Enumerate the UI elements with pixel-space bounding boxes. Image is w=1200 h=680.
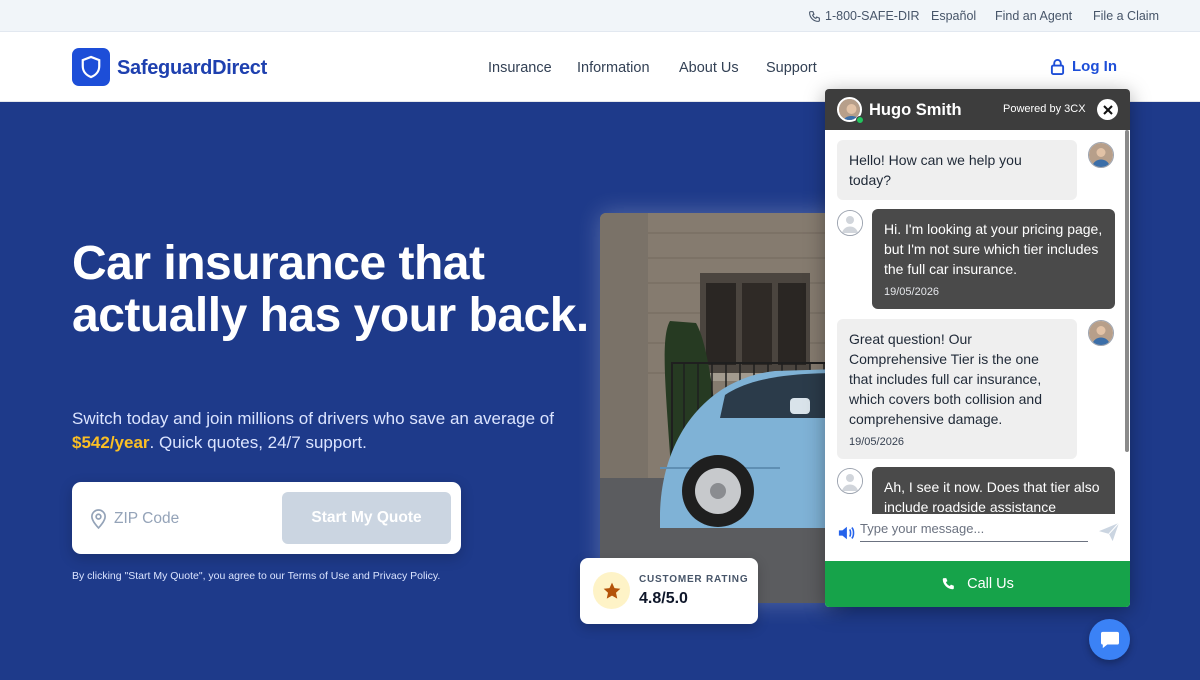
phone-icon xyxy=(942,578,954,590)
rating-badge xyxy=(593,572,630,609)
message-text: Great question! Our Comprehensive Tier i… xyxy=(849,331,1042,427)
chat-bubble-icon xyxy=(1100,631,1119,648)
hero-subtitle-end: . Quick quotes, 24/7 support. xyxy=(149,433,367,452)
language-link[interactable]: Español xyxy=(931,9,976,23)
login-link[interactable]: Log In xyxy=(1050,58,1117,75)
message-time: 19/05/2026 xyxy=(849,436,905,448)
file-claim-link[interactable]: File a Claim xyxy=(1093,9,1159,23)
message-time: 19/05/2026 xyxy=(884,286,940,298)
rating-label: CUSTOMER RATING xyxy=(639,574,749,585)
chat-message-agent: Great question! Our Comprehensive Tier i… xyxy=(837,319,1077,459)
message-text: Ah, I see it now. Does that tier also in… xyxy=(884,479,1100,514)
chat-messages[interactable]: Hello! How can we help you today? Hi. I'… xyxy=(825,130,1130,514)
logo-mark[interactable] xyxy=(72,48,110,86)
quote-form: Start My Quote xyxy=(72,482,461,554)
customer-rating-card: CUSTOMER RATING 4.8/5.0 xyxy=(580,558,758,624)
zip-code-input[interactable] xyxy=(114,506,274,532)
terms-notice: By clicking "Start My Quote", you agree … xyxy=(72,570,441,582)
savings-amount: $542/year xyxy=(72,433,150,452)
agent-avatar-small xyxy=(1088,320,1114,346)
close-chat-button[interactable] xyxy=(1097,99,1118,120)
chat-message-agent: Hello! How can we help you today? xyxy=(837,140,1077,200)
lock-icon xyxy=(1050,59,1065,75)
brand-name[interactable]: SafeguardDirect xyxy=(117,57,267,80)
star-icon xyxy=(603,582,620,599)
user-avatar-small xyxy=(837,210,863,236)
chat-message-user: Hi. I'm looking at your pricing page, bu… xyxy=(872,209,1115,309)
hero-subtitle-start: Switch today and join millions of driver… xyxy=(72,409,554,428)
chat-scrollbar[interactable] xyxy=(1125,130,1129,452)
chat-message-input[interactable] xyxy=(860,516,1088,542)
utility-bar: 1-800-SAFE-DIR Español Find an Agent Fil… xyxy=(0,0,1200,32)
powered-by[interactable]: Powered by 3CX xyxy=(1003,103,1086,115)
live-chat-widget: Hugo Smith Powered by 3CX Hello! How can… xyxy=(825,89,1130,607)
chat-header: Hugo Smith Powered by 3CX xyxy=(825,89,1130,130)
chat-input-row xyxy=(825,514,1130,561)
agent-avatar-small xyxy=(1088,142,1114,168)
chat-launcher-button[interactable] xyxy=(1089,619,1130,660)
message-text: Hello! How can we help you today? xyxy=(849,152,1022,188)
car-photo xyxy=(600,213,840,603)
hero-title: Car insurance that actually has your bac… xyxy=(72,237,589,342)
shield-icon xyxy=(81,55,101,79)
find-agent-link[interactable]: Find an Agent xyxy=(995,9,1072,23)
user-avatar-small xyxy=(837,468,863,494)
login-label: Log In xyxy=(1072,58,1117,75)
agent-name: Hugo Smith xyxy=(869,101,962,119)
phone-link[interactable]: 1-800-SAFE-DIR xyxy=(808,9,919,23)
nav-support[interactable]: Support xyxy=(766,60,817,76)
nav-about-us[interactable]: About Us xyxy=(679,60,739,76)
hero-subtitle: Switch today and join millions of driver… xyxy=(72,407,562,455)
message-text: Hi. I'm looking at your pricing page, bu… xyxy=(884,221,1103,277)
close-icon xyxy=(1102,104,1113,115)
chat-message-user: Ah, I see it now. Does that tier also in… xyxy=(872,467,1115,514)
rating-value: 4.8/5.0 xyxy=(639,590,688,607)
call-us-label: Call Us xyxy=(967,576,1014,592)
nav-information[interactable]: Information xyxy=(577,60,650,76)
phone-number: 1-800-SAFE-DIR xyxy=(825,9,920,23)
start-quote-button[interactable]: Start My Quote xyxy=(282,492,451,544)
online-status-dot xyxy=(856,116,864,124)
location-pin-icon xyxy=(91,509,106,529)
call-us-button[interactable]: Call Us xyxy=(825,561,1130,607)
phone-icon xyxy=(809,10,820,22)
send-icon[interactable] xyxy=(1098,522,1120,542)
speaker-icon[interactable] xyxy=(837,525,855,541)
nav-insurance[interactable]: Insurance xyxy=(488,60,552,76)
